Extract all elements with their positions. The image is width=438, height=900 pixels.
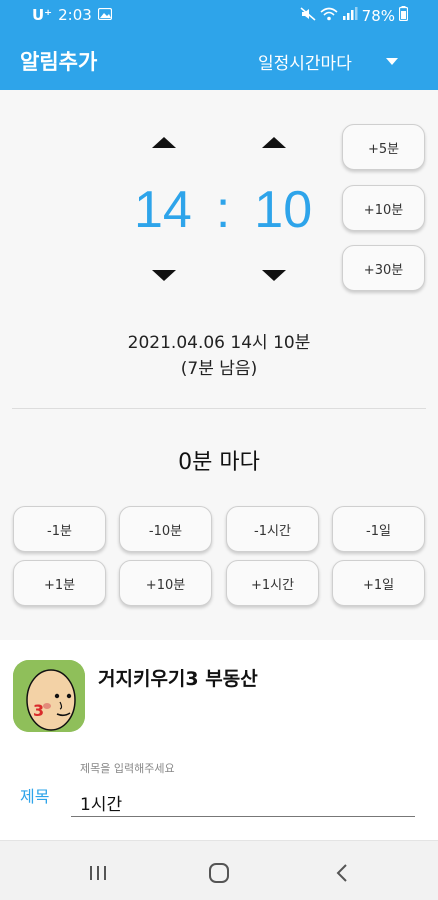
plus-1min-button[interactable]: +1분: [13, 560, 106, 606]
title-input[interactable]: 1시간: [80, 790, 122, 815]
status-bar: U⁺ 2:03 78%: [0, 0, 438, 32]
divider: [12, 408, 426, 409]
plus-1hour-button[interactable]: +1시간: [226, 560, 319, 606]
minus-1day-button[interactable]: -1일: [332, 506, 425, 552]
hour-up-button[interactable]: [152, 137, 176, 148]
home-icon[interactable]: [205, 861, 233, 885]
plus-10min-button[interactable]: +10분: [119, 560, 212, 606]
time-picker-panel: 14 : 10 +5분 +10분 +30분 2021.04.06 14시 10분…: [0, 90, 438, 640]
minute-up-button[interactable]: [262, 137, 286, 148]
remaining-time: (7분 남음): [180, 359, 258, 379]
carrier-label: U⁺: [32, 6, 53, 24]
scheduled-datetime: 2021.04.06 14시 10분: [127, 333, 311, 353]
clock: 2:03: [58, 6, 92, 24]
plus-1day-button[interactable]: +1일: [332, 560, 425, 606]
title-field-hint: 제목을 입력해주세요: [80, 762, 175, 775]
app-avatar: 3: [13, 660, 85, 732]
repeat-mode-select[interactable]: 일정시간마다: [258, 49, 352, 74]
wifi-icon: [320, 7, 338, 25]
add-30min-button[interactable]: +30분: [342, 245, 425, 291]
minute-value[interactable]: 10: [254, 180, 312, 240]
battery-icon: [398, 6, 409, 25]
time-separator: :: [215, 181, 231, 239]
recent-apps-icon[interactable]: [84, 861, 112, 885]
add-5min-button[interactable]: +5분: [342, 124, 425, 170]
back-icon[interactable]: [328, 861, 356, 885]
minus-10min-button[interactable]: -10분: [119, 506, 212, 552]
chevron-down-icon[interactable]: [386, 58, 398, 65]
add-10min-button[interactable]: +10분: [342, 185, 425, 231]
title-input-underline: [71, 816, 415, 817]
signal-icon: [342, 6, 358, 25]
time-display: 14 : 10: [134, 180, 312, 240]
gallery-icon: [97, 6, 112, 24]
alarm-detail: 3 거지키우기3 부동산 제목 제목을 입력해주세요 1시간: [0, 640, 438, 840]
system-nav-bar: [0, 840, 438, 900]
mute-icon: [300, 6, 316, 25]
item-title: 거지키우기3 부동산: [98, 668, 258, 690]
interval-label: 0분 마다: [178, 450, 260, 475]
hour-down-button[interactable]: [152, 270, 176, 281]
minute-down-button[interactable]: [262, 270, 286, 281]
minus-1min-button[interactable]: -1분: [13, 506, 106, 552]
page-title: 알림추가: [20, 50, 98, 74]
battery-percent: 78%: [361, 6, 395, 25]
svg-text:3: 3: [33, 701, 44, 720]
status-left: U⁺ 2:03: [32, 6, 112, 24]
status-right: 78%: [300, 6, 409, 25]
app-bar: 알림추가 일정시간마다: [0, 32, 438, 90]
minus-1hour-button[interactable]: -1시간: [226, 506, 319, 552]
hour-value[interactable]: 14: [134, 180, 192, 240]
title-field-label: 제목: [20, 787, 50, 806]
bald-character-icon: 3: [13, 660, 85, 732]
